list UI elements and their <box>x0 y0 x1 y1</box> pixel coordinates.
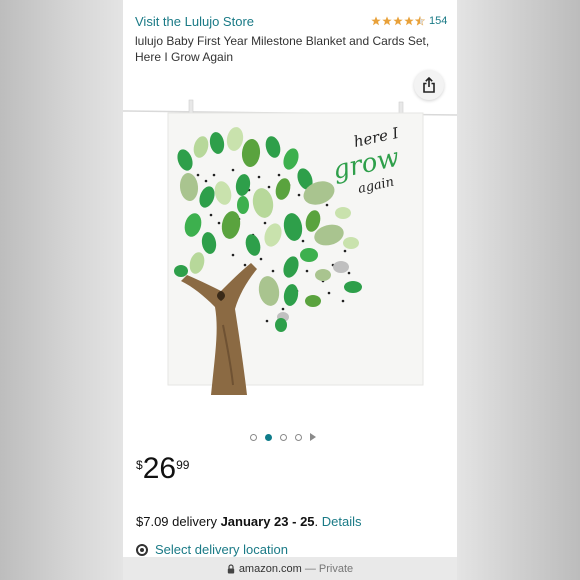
background-right <box>457 0 580 580</box>
product-image[interactable]: here I grow again <box>123 95 457 395</box>
star-icon <box>382 16 392 26</box>
price: $ 26 99 <box>136 452 189 486</box>
product-title: lulujo Baby First Year Milestone Blanket… <box>135 34 430 64</box>
carousel-dot-active[interactable] <box>265 433 272 441</box>
star-icon <box>404 16 414 26</box>
half-star-icon <box>415 16 425 26</box>
carousel-dots <box>250 433 316 441</box>
star-icon <box>371 16 381 26</box>
carousel-dot[interactable] <box>295 433 302 441</box>
details-link[interactable]: Details <box>322 514 362 529</box>
blanket-illustration: here I grow again <box>123 99 457 395</box>
lock-icon <box>227 563 235 573</box>
star-rating[interactable]: 154 <box>371 15 447 27</box>
share-button[interactable] <box>414 70 444 100</box>
price-whole: 26 <box>142 452 177 485</box>
location-pin-icon <box>136 543 148 556</box>
url-domain: amazon.com <box>238 562 302 575</box>
private-mode-label: Private <box>318 562 354 575</box>
url-separator: — <box>304 562 316 575</box>
delivery-dates: January 23 - 25 <box>220 514 315 529</box>
delivery-separator: . <box>314 514 319 529</box>
rating-count[interactable]: 154 <box>429 15 447 27</box>
store-link[interactable]: Visit the Lulujo Store <box>135 14 254 29</box>
product-page: Visit the Lulujo Store 154 lulujo Baby F… <box>123 0 457 580</box>
select-delivery-location[interactable]: Select delivery location <box>136 542 288 557</box>
share-icon <box>423 77 435 93</box>
star-icon <box>393 16 403 26</box>
delivery-prefix: $7.09 delivery <box>136 514 217 529</box>
carousel-dot[interactable] <box>280 433 287 441</box>
video-play-icon[interactable] <box>310 433 316 441</box>
delivery-info: $7.09 delivery January 23 - 25. Details <box>136 514 362 529</box>
select-location-label[interactable]: Select delivery location <box>155 542 288 557</box>
browser-url-bar[interactable]: amazon.com — Private <box>123 557 457 580</box>
background-left <box>0 0 123 580</box>
price-currency: $ <box>136 458 143 472</box>
carousel-dot[interactable] <box>250 433 257 441</box>
price-fraction: 99 <box>176 458 190 472</box>
